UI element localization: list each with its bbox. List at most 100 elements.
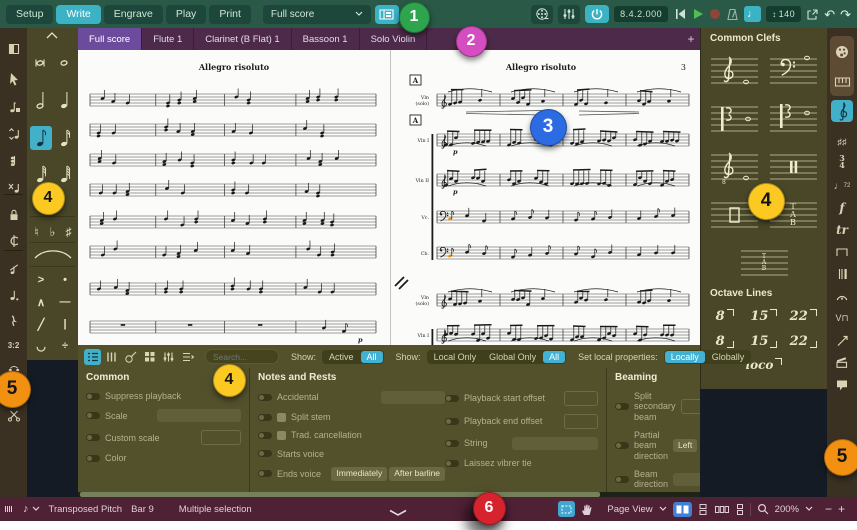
hand-tool-icon[interactable] xyxy=(581,503,593,516)
property-toggle[interactable] xyxy=(445,395,459,402)
video-icon[interactable] xyxy=(827,352,857,372)
filter-local-only[interactable]: Local Only xyxy=(428,351,483,363)
key-signatures-icon[interactable]: ♯♯ xyxy=(827,132,857,152)
mode-tab-setup[interactable]: Setup xyxy=(6,5,53,24)
articulation-button[interactable]: | xyxy=(54,314,76,334)
slur-button[interactable] xyxy=(30,244,75,264)
sixteenth-note-button[interactable] xyxy=(54,126,76,150)
octave-line-8-up[interactable]: 8 xyxy=(705,304,744,329)
whole-note-button[interactable] xyxy=(54,50,76,74)
zoom-out-button[interactable]: − xyxy=(825,502,832,516)
tab-key-editor-icon[interactable] xyxy=(103,349,120,365)
half-note-button[interactable] xyxy=(30,88,52,112)
property-button[interactable]: Left xyxy=(673,439,697,453)
articulation-button[interactable]: — xyxy=(54,292,76,312)
rest-input-icon[interactable] xyxy=(0,310,27,332)
redo-icon[interactable]: ↷ xyxy=(840,8,851,21)
lock-duration-icon[interactable] xyxy=(0,204,27,226)
mode-tab-engrave[interactable]: Engrave xyxy=(104,5,163,24)
chord-input-icon[interactable] xyxy=(0,150,27,172)
tab-mixer-icon[interactable] xyxy=(160,349,177,365)
property-toggle[interactable] xyxy=(258,450,272,457)
property-toggle[interactable] xyxy=(86,434,100,441)
add-tab-button[interactable]: + xyxy=(682,28,700,50)
video-icon[interactable] xyxy=(531,5,553,24)
property-toggle[interactable] xyxy=(615,442,629,449)
score-area[interactable]: Allegro risolutop Allegro risoluto3Vln(s… xyxy=(78,50,700,345)
tab-small-clef-button[interactable]: TAB xyxy=(738,243,791,281)
treble-octave-clef-button[interactable]: 8 xyxy=(708,147,761,185)
accidental-button[interactable]: ♯ xyxy=(61,220,76,244)
insert-mode-icon[interactable] xyxy=(0,230,27,252)
percussion-lines-clef-button[interactable] xyxy=(767,147,820,185)
select-arrow-icon[interactable] xyxy=(0,68,27,90)
property-toggle[interactable] xyxy=(258,394,272,401)
octave-line-15-down[interactable]: 15 xyxy=(744,329,783,354)
pages-stacked-icon[interactable] xyxy=(698,503,708,516)
rewind-to-start-icon[interactable] xyxy=(673,8,687,20)
property-toggle[interactable] xyxy=(258,414,272,421)
window-layout-button[interactable] xyxy=(375,5,399,24)
score-page-right[interactable]: Allegro risoluto3Vln(solo)AVln IApVln II… xyxy=(390,50,700,345)
octave-line-15-up[interactable]: 15 xyxy=(744,304,783,329)
power-button[interactable] xyxy=(585,5,609,23)
checkbox[interactable] xyxy=(277,431,286,440)
tab-guitar-pad-icon[interactable] xyxy=(122,349,139,365)
property-button[interactable]: After barline xyxy=(389,467,445,481)
clefs-panel-icon[interactable] xyxy=(831,100,853,122)
octave-line-22-down[interactable]: 22 xyxy=(784,329,823,354)
tab-list-icon[interactable] xyxy=(179,349,196,365)
property-toggle[interactable] xyxy=(86,455,100,462)
mode-tab-write[interactable]: Write xyxy=(56,5,100,24)
panel-collapse-handle[interactable] xyxy=(388,504,408,522)
transpose-icon[interactable] xyxy=(0,123,27,145)
filter-all[interactable]: All xyxy=(543,351,565,363)
articulation-button[interactable]: > xyxy=(30,270,52,290)
time-signatures-icon[interactable]: 34 xyxy=(827,152,857,172)
flows-icon[interactable] xyxy=(4,504,14,514)
tempo-marks-icon[interactable]: ♩72 xyxy=(827,176,857,196)
property-toggle[interactable] xyxy=(86,412,100,419)
property-select[interactable] xyxy=(512,437,598,450)
property-toggle[interactable] xyxy=(445,460,459,467)
property-button[interactable]: Immediately xyxy=(331,467,387,481)
repitch-icon[interactable] xyxy=(0,177,27,199)
property-toggle[interactable] xyxy=(615,403,629,410)
zoom-level-select[interactable]: 200% xyxy=(775,504,799,515)
layout-tab[interactable]: Bassoon 1 xyxy=(292,28,360,50)
property-input[interactable] xyxy=(681,399,700,414)
view-mode-select[interactable]: Page View xyxy=(607,504,652,515)
eighth-note-button[interactable] xyxy=(30,126,52,150)
filter-all[interactable]: All xyxy=(361,351,383,363)
holds-and-pauses-icon[interactable] xyxy=(827,286,857,306)
property-toggle[interactable] xyxy=(445,418,459,425)
layout-tab[interactable]: Flute 1 xyxy=(142,28,194,50)
articulation-button[interactable]: ╱ xyxy=(30,314,52,334)
alto-clef-button[interactable] xyxy=(708,99,761,137)
articulation-button[interactable]: ◡ xyxy=(30,336,52,356)
search-input[interactable] xyxy=(205,349,279,364)
treble-clef-button[interactable] xyxy=(708,51,761,89)
articulation-button[interactable]: ÷ xyxy=(54,336,76,356)
property-toggle[interactable] xyxy=(258,470,272,477)
layout-tab[interactable]: Full score xyxy=(78,28,142,50)
grace-note-icon[interactable] xyxy=(0,258,27,280)
marquee-tool-icon[interactable] xyxy=(558,501,575,517)
property-toggle[interactable] xyxy=(258,432,272,439)
property-select[interactable] xyxy=(673,473,700,486)
pages-horizontal-icon[interactable] xyxy=(714,505,730,514)
common-clefs-header[interactable]: Common Clefs xyxy=(701,28,827,49)
fixed-tempo-button[interactable]: ♩ xyxy=(744,6,761,22)
octave-line-22-up[interactable]: 22 xyxy=(784,304,823,329)
articulation-button[interactable]: • xyxy=(54,270,76,290)
playing-techniques-icon[interactable]: V⊓ xyxy=(827,308,857,328)
play-icon[interactable] xyxy=(692,8,704,20)
comments-icon[interactable] xyxy=(827,374,857,394)
zoom-in-button[interactable]: + xyxy=(838,502,845,516)
undo-icon[interactable]: ↶ xyxy=(824,8,835,21)
collapse-chevron-icon[interactable] xyxy=(41,28,63,42)
mixer-icon[interactable] xyxy=(558,5,580,24)
sixtyfourth-note-button[interactable] xyxy=(54,162,76,186)
layout-select[interactable]: Full score xyxy=(263,5,371,24)
set-globally[interactable]: Globally xyxy=(706,351,751,363)
